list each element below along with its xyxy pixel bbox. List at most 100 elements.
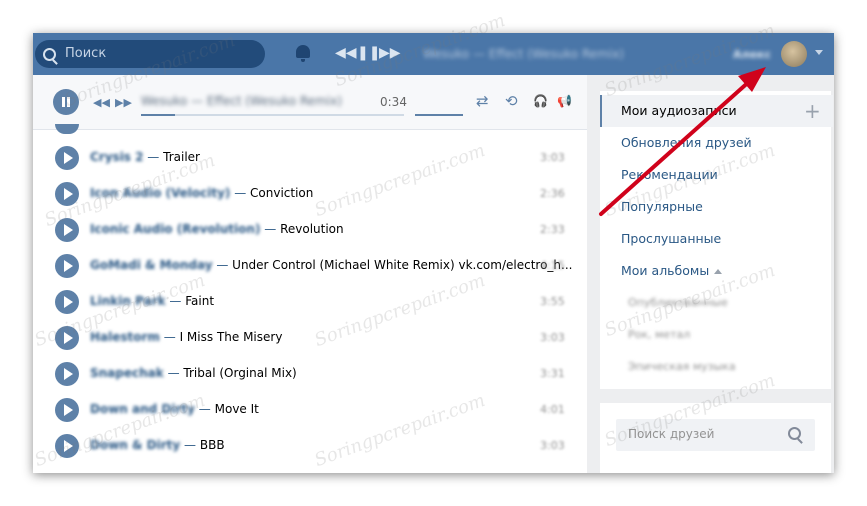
track-artist[interactable]: Iconic Audio (Revolution) (90, 222, 260, 236)
search-icon[interactable] (788, 427, 801, 440)
track-title[interactable]: Faint (185, 294, 214, 308)
track-name[interactable]: GoMadi & Monday — Under Control (Michael… (90, 258, 572, 272)
chevron-down-icon[interactable] (815, 50, 823, 55)
play-button[interactable] (55, 290, 79, 314)
album-item[interactable]: Опубликованные (628, 296, 728, 309)
play-button[interactable] (55, 146, 79, 170)
track-separator: — (230, 186, 251, 200)
menu-item-popular[interactable]: Популярные (600, 191, 831, 223)
track-row[interactable]: Halestorm — I Miss The Misery 3:03 (33, 320, 587, 356)
track-separator: — (260, 222, 281, 236)
track-row[interactable]: Snapechak — Tribal (Orginal Mix) 3:31 (33, 356, 587, 392)
track-title[interactable]: BBB (200, 438, 225, 452)
track-artist[interactable]: Icon Audio (Velocity) (90, 186, 230, 200)
track-artist[interactable]: Down and Dirty (90, 402, 195, 416)
play-button[interactable] (55, 362, 79, 386)
menu-item-label: Популярные (621, 199, 703, 214)
track-row[interactable]: Down & Dirty — BBB 3:03 (33, 428, 587, 464)
track-separator: — (194, 402, 215, 416)
player-track-title: Wesuko — Effect (Wesuko Remix) (141, 94, 342, 108)
track-row[interactable]: Iconic Audio (Revolution) — Revolution 2:… (33, 212, 587, 248)
track-name[interactable]: Down and Dirty — Move It (90, 402, 259, 416)
friends-search-input[interactable]: Поиск друзей (616, 419, 815, 451)
track-name[interactable]: Iconic Audio (Revolution) — Revolution (90, 222, 344, 236)
play-button[interactable] (55, 398, 79, 422)
track-row[interactable]: GoMadi & Monday — Under Control (Michael… (33, 248, 587, 284)
audio-list-panel: ◀◀ ▶▶ Wesuko — Effect (Wesuko Remix) 0:3… (33, 75, 587, 473)
track-artist[interactable]: Halestorm (90, 330, 160, 344)
menu-item-friends-updates[interactable]: Обновления друзей (600, 127, 831, 159)
player-time: 0:34 (380, 95, 407, 109)
play-button[interactable] (55, 254, 79, 278)
prev-icon[interactable]: ◀◀ (93, 96, 110, 109)
play-button[interactable] (55, 182, 79, 206)
track-name[interactable]: Snapechak — Tribal (Orginal Mix) (90, 366, 297, 380)
track-row[interactable]: Linkin Park — Faint 3:55 (33, 284, 587, 320)
menu-item-label: Мои альбомы (621, 263, 710, 278)
audio-window: Поиск ◀◀ ❚❚ ▶▶ Wesuko — Effect (Wesuko R… (33, 33, 834, 473)
track-separator: — (143, 150, 164, 164)
track-name[interactable]: Down & Dirty — BBB (90, 438, 225, 452)
track-artist[interactable]: GoMadi & Monday (90, 258, 213, 272)
track-duration: 2:33 (540, 223, 565, 236)
track-name[interactable]: Linkin Park — Faint (90, 294, 214, 308)
play-button[interactable] (55, 124, 79, 134)
audio-menu: Мои аудиозаписи + Обновления друзей Реко… (600, 91, 833, 389)
track-artist[interactable]: Crysis 2 (90, 150, 143, 164)
track-title[interactable]: Move It (215, 402, 259, 416)
menu-item-listened[interactable]: Прослушанные (600, 223, 831, 255)
track-duration: 2:36 (540, 187, 565, 200)
track-title[interactable]: Revolution (280, 222, 344, 236)
track-row[interactable]: Icon Audio (Velocity) — Conviction 2:36 (33, 176, 587, 212)
play-button[interactable] (55, 218, 79, 242)
top-next-icon[interactable]: ▶▶ (379, 45, 401, 61)
track-duration: 3:03 (540, 331, 565, 344)
top-prev-icon[interactable]: ◀◀ (335, 45, 357, 61)
collapse-arrow-icon[interactable] (714, 269, 723, 274)
track-title[interactable]: Conviction (250, 186, 313, 200)
play-button[interactable] (55, 434, 79, 458)
player-bar: ◀◀ ▶▶ Wesuko — Effect (Wesuko Remix) 0:3… (33, 75, 587, 130)
track-title[interactable]: Tribal (Orginal Mix) (183, 366, 296, 380)
avatar[interactable] (781, 41, 807, 67)
repeat-icon[interactable]: ⟲ (505, 93, 518, 109)
top-now-playing[interactable]: Wesuko — Effect (Wesuko Remix) (423, 47, 624, 61)
headphones-icon[interactable]: 🎧 (533, 93, 548, 109)
track-duration: 3:03 (540, 439, 565, 452)
bell-icon[interactable] (296, 45, 310, 62)
track-separator: — (163, 366, 184, 380)
broadcast-icon[interactable]: 📢 (557, 93, 572, 109)
track-artist[interactable]: Snapechak (90, 366, 164, 380)
user-name[interactable]: Алекс (733, 48, 771, 61)
track-row[interactable]: Crysis 2 — Trailer 3:03 (33, 140, 587, 176)
track-title[interactable]: I Miss The Misery (180, 330, 283, 344)
track-row[interactable]: Down and Dirty — Move It 4:01 (33, 392, 587, 428)
track-title[interactable]: Trailer (163, 150, 200, 164)
play-button[interactable] (55, 326, 79, 350)
track-separator: — (212, 258, 233, 272)
progress-fill (141, 114, 176, 116)
track-title[interactable]: Under Control (Michael White Remix) vk.c… (232, 258, 572, 272)
search-input[interactable]: Поиск (35, 40, 265, 68)
menu-item-recommendations[interactable]: Рекомендации (600, 159, 831, 191)
track-name[interactable]: Crysis 2 — Trailer (90, 150, 200, 164)
next-icon[interactable]: ▶▶ (115, 96, 132, 109)
friends-search-placeholder: Поиск друзей (628, 427, 715, 441)
volume-slider[interactable] (415, 114, 463, 116)
plus-icon[interactable]: + (804, 95, 821, 127)
track-duration: 3:31 (540, 367, 565, 380)
track-artist[interactable]: Down & Dirty (90, 438, 180, 452)
track-name[interactable]: Icon Audio (Velocity) — Conviction (90, 186, 313, 200)
track-artist[interactable]: Linkin Park (90, 294, 166, 308)
menu-item-my-audio[interactable]: Мои аудиозаписи + (600, 95, 833, 127)
album-item[interactable]: Рок, метал (628, 328, 690, 341)
shuffle-icon[interactable]: ⇄ (476, 93, 489, 109)
track-name[interactable]: Halestorm — I Miss The Misery (90, 330, 282, 344)
album-item[interactable]: Эпическая музыка (628, 360, 736, 373)
progress-bar[interactable] (141, 114, 404, 116)
friends-search-panel: Поиск друзей (600, 403, 831, 473)
pause-button[interactable] (53, 89, 79, 115)
menu-item-my-albums[interactable]: Мои альбомы (600, 255, 831, 287)
top-pause-icon[interactable]: ❚❚ (357, 45, 380, 61)
menu-item-label: Прослушанные (621, 231, 722, 246)
